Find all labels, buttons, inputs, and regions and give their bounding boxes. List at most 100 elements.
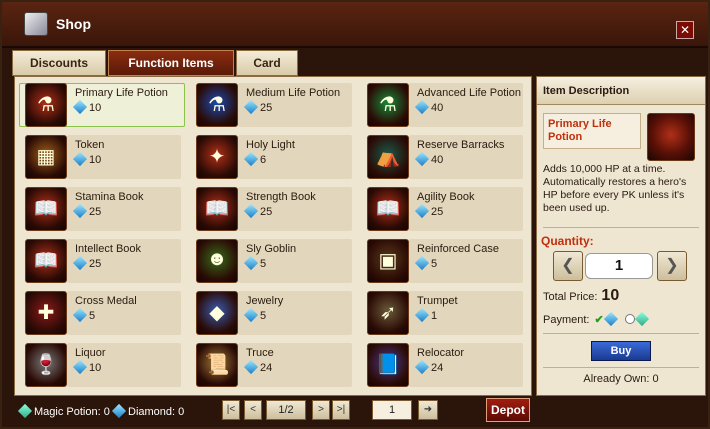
next-page-button[interactable]: > <box>312 400 330 420</box>
diamond-payment-option[interactable] <box>603 311 618 327</box>
shop-item[interactable]: ▣ Reinforced Case 5 <box>361 237 527 285</box>
tab-discounts[interactable]: Discounts <box>12 50 106 76</box>
total-price: Total Price: 10 <box>543 287 620 304</box>
divider <box>543 367 699 368</box>
item-name: Primary Life Potion <box>75 87 168 99</box>
item-name: Token <box>75 139 105 151</box>
shop-item[interactable]: ▦ Token 10 <box>19 133 185 181</box>
magic-potion-icon <box>17 403 33 419</box>
diamond-icon <box>414 99 430 115</box>
footer-bar: Magic Potion: 0 Diamond: 0 |< < 1/2 > >|… <box>14 398 532 426</box>
page-indicator: 1/2 <box>266 400 306 420</box>
shop-item[interactable]: 📖 Strength Book 25 <box>190 185 356 233</box>
payment-options: Payment: ✔ <box>543 311 651 327</box>
magic-potion-radio[interactable] <box>624 314 635 324</box>
relocator-icon: 📘 <box>367 343 409 387</box>
prev-page-button[interactable]: < <box>244 400 262 420</box>
item-name: Intellect Book <box>75 243 142 255</box>
item-grid: ⚗ Primary Life Potion 10 ⚗ Medium Life Potio… <box>14 76 532 396</box>
item-name: Truce <box>246 347 274 359</box>
shop-item[interactable]: ✦ Holy Light 6 <box>190 133 356 181</box>
decrease-quantity-button[interactable]: ❮ <box>553 251 583 281</box>
item-price: 10 <box>72 359 101 375</box>
item-price: 25 <box>72 203 101 219</box>
item-price: 40 <box>414 99 443 115</box>
buy-button[interactable]: Buy <box>591 341 651 361</box>
red-potion-icon <box>647 113 695 161</box>
trumpet-icon: ➶ <box>367 291 409 335</box>
shop-item[interactable]: 📜 Truce 24 <box>190 341 356 389</box>
quantity-label: Quantity: <box>541 234 594 248</box>
item-name: Sly Goblin <box>246 243 297 255</box>
depot-button[interactable]: Depot <box>486 398 530 422</box>
diamond-icon <box>243 307 259 323</box>
shop-item[interactable]: ➶ Trumpet 1 <box>361 289 527 337</box>
last-page-button[interactable]: >| <box>332 400 350 420</box>
diamond-count: Diamond: 0 <box>111 403 184 419</box>
item-name: Cross Medal <box>75 295 137 307</box>
jewelry-icon: ◆ <box>196 291 238 335</box>
item-price: 5 <box>72 307 95 323</box>
shop-window: Shop ✕ Discounts Function Items Card ⚗ Pr… <box>0 0 710 429</box>
check-icon: ✔ <box>594 314 604 326</box>
diamond-icon <box>243 359 259 375</box>
shop-item[interactable]: 📖 Intellect Book 25 <box>19 237 185 285</box>
shop-icon <box>24 12 48 36</box>
shop-item[interactable]: 📖 Agility Book 25 <box>361 185 527 233</box>
tab-function-items[interactable]: Function Items <box>108 50 234 76</box>
description-item-name: Primary Life Potion <box>548 118 612 143</box>
divider <box>543 333 699 334</box>
diamond-icon <box>414 307 430 323</box>
diamond-icon <box>72 359 88 375</box>
close-button[interactable]: ✕ <box>676 21 694 39</box>
strength-book-icon: 📖 <box>196 187 238 231</box>
green-potion-icon: ⚗ <box>367 83 409 127</box>
item-price: 24 <box>243 359 272 375</box>
token-icon: ▦ <box>25 135 67 179</box>
item-price: 25 <box>243 203 272 219</box>
shop-item[interactable]: 📖 Stamina Book 25 <box>19 185 185 233</box>
shop-item[interactable]: ⚗ Medium Life Potion 25 <box>190 81 356 129</box>
item-description-panel: Item Description Primary Life Potion Add… <box>536 76 706 396</box>
diamond-icon <box>414 255 430 271</box>
increase-quantity-button[interactable]: ❯ <box>657 251 687 281</box>
description-text: Adds 10,000 HP at a time. Automatically … <box>543 163 687 214</box>
goto-page-input[interactable]: 1 <box>372 400 412 420</box>
item-price: 10 <box>72 151 101 167</box>
item-name: Medium Life Potion <box>246 87 341 99</box>
item-name: Relocator <box>417 347 465 359</box>
tab-card[interactable]: Card <box>236 50 298 76</box>
diamond-icon <box>414 203 430 219</box>
shop-item[interactable]: ☻ Sly Goblin 5 <box>190 237 356 285</box>
magic-potion-payment-icon <box>634 311 649 327</box>
case-icon: ▣ <box>367 239 409 283</box>
item-name: Stamina Book <box>75 191 144 203</box>
barracks-icon: ⛺ <box>367 135 409 179</box>
diamond-icon <box>72 99 88 115</box>
shop-item[interactable]: ⚗ Advanced Life Potion 40 <box>361 81 527 129</box>
item-name: Liquor <box>75 347 106 359</box>
item-name: Trumpet <box>417 295 458 307</box>
diamond-icon <box>243 99 259 115</box>
already-own: Already Own: 0 <box>583 373 659 385</box>
shop-item[interactable]: ⛺ Reserve Barracks 40 <box>361 133 527 181</box>
liquor-icon: 🍷 <box>25 343 67 387</box>
magic-potion-count: Magic Potion: 0 <box>17 403 110 419</box>
goto-page-button[interactable]: ➜ <box>418 400 438 420</box>
item-price: 24 <box>414 359 443 375</box>
shop-item[interactable]: 🍷 Liquor 10 <box>19 341 185 389</box>
diamond-icon <box>243 151 259 167</box>
title-bar[interactable]: Shop ✕ <box>2 2 708 48</box>
first-page-button[interactable]: |< <box>222 400 240 420</box>
shop-item[interactable]: ⚗ Primary Life Potion 10 <box>19 81 185 129</box>
shop-item[interactable]: ✚ Cross Medal 5 <box>19 289 185 337</box>
item-name: Holy Light <box>246 139 295 151</box>
blue-potion-icon: ⚗ <box>196 83 238 127</box>
diamond-icon <box>414 359 430 375</box>
item-name: Agility Book <box>417 191 475 203</box>
shop-item[interactable]: 📘 Relocator 24 <box>361 341 527 389</box>
truce-scroll-icon: 📜 <box>196 343 238 387</box>
quantity-input[interactable]: 1 <box>585 253 653 279</box>
item-price: 25 <box>414 203 443 219</box>
shop-item[interactable]: ◆ Jewelry 5 <box>190 289 356 337</box>
